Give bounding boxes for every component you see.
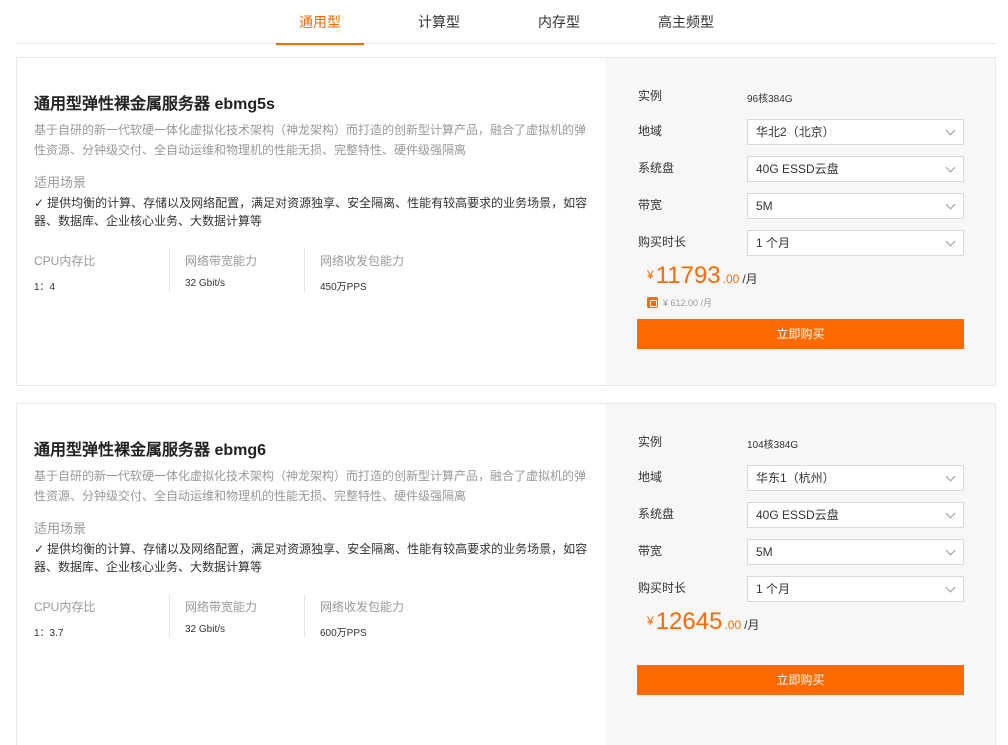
- duration-label: 购买时长: [638, 235, 687, 249]
- bandwidth-value: 5M: [756, 199, 773, 213]
- bandwidth-value: 5M: [756, 545, 773, 559]
- region-label: 地域: [638, 124, 663, 138]
- spec-list: CPU内存比 1：3.7 网络带宽能力 32 Gbit/s 网络收发包能力 60…: [34, 594, 439, 639]
- price-integer: 12645: [655, 608, 723, 635]
- price-integer: 11793: [655, 262, 721, 289]
- discount-badge-icon: [647, 297, 658, 308]
- spec-cpu-memory-ratio: CPU内存比 1：3.7: [34, 594, 169, 639]
- duration-value: 1 个月: [756, 582, 791, 596]
- spec-value: 450万PPS: [320, 282, 367, 293]
- spec-network-bandwidth: 网络带宽能力 32 Gbit/s: [169, 594, 304, 638]
- tab-memory[interactable]: 内存型: [515, 0, 603, 44]
- spec-value: 600万PPS: [320, 628, 367, 639]
- region-value: 华北2（北京）: [756, 125, 835, 139]
- chevron-down-icon: [945, 162, 956, 173]
- spec-label: CPU内存比: [34, 600, 96, 614]
- spec-label: 网络带宽能力: [185, 600, 258, 614]
- disk-value: 40G ESSD云盘: [756, 508, 839, 522]
- chevron-down-icon: [945, 236, 956, 247]
- duration-value: 1 个月: [756, 236, 791, 250]
- disk-value: 40G ESSD云盘: [756, 162, 839, 176]
- disk-label: 系统盘: [638, 507, 675, 521]
- spec-label: CPU内存比: [34, 254, 96, 268]
- buy-now-button[interactable]: 立即购买: [637, 319, 964, 349]
- bandwidth-select[interactable]: 5M: [747, 193, 964, 219]
- spec-network-bandwidth: 网络带宽能力 32 Gbit/s: [169, 248, 304, 292]
- spec-value: 32 Gbit/s: [185, 624, 226, 635]
- tab-general[interactable]: 通用型: [276, 0, 364, 45]
- scene-label: 适用场景: [34, 175, 87, 190]
- spec-label: 网络收发包能力: [320, 600, 405, 614]
- price: ¥12645.00/月: [647, 608, 759, 636]
- product-description: 基于自研的新一代软硬一体化虚拟化技术架构（神龙架构）而打造的创新型计算产品，融合…: [34, 469, 587, 503]
- spec-value: 1：3.7: [34, 628, 64, 639]
- tab-high-frequency[interactable]: 高主频型: [642, 0, 730, 44]
- spec-list: CPU内存比 1：4 网络带宽能力 32 Gbit/s 网络收发包能力 450万…: [34, 248, 439, 293]
- purchase-panel: 实例 104核384G 地域 华东1（杭州） 系统盘 40G ESSD云盘 带宽…: [605, 404, 995, 745]
- spec-label: 网络收发包能力: [320, 254, 405, 268]
- check-icon: ✓: [34, 196, 45, 210]
- chevron-down-icon: [945, 199, 956, 210]
- chevron-down-icon: [945, 545, 956, 556]
- product-info: 通用型弹性裸金属服务器 ebmg5s 基于自研的新一代软硬一体化虚拟化技术架构（…: [17, 58, 605, 385]
- instance-label: 实例: [638, 89, 663, 103]
- chevron-down-icon: [945, 125, 956, 136]
- price: ¥11793.00/月: [647, 262, 758, 290]
- original-price: ¥ 612.00 /月: [647, 296, 712, 309]
- product-info: 通用型弹性裸金属服务器 ebmg6 基于自研的新一代软硬一体化虚拟化技术架构（神…: [17, 404, 605, 745]
- region-select[interactable]: 华北2（北京）: [747, 119, 964, 145]
- bandwidth-label: 带宽: [638, 544, 663, 558]
- product-card-ebmg5s: 通用型弹性裸金属服务器 ebmg5s 基于自研的新一代软硬一体化虚拟化技术架构（…: [16, 57, 996, 386]
- currency-symbol: ¥: [647, 268, 654, 282]
- region-label: 地域: [638, 470, 663, 484]
- scene-text: ✓ 提供均衡的计算、存储以及网络配置，满足对资源独享、安全隔离、性能有较高要求的业…: [34, 194, 594, 230]
- disk-select[interactable]: 40G ESSD云盘: [747, 502, 964, 528]
- purchase-panel: 实例 96核384G 地域 华北2（北京） 系统盘 40G ESSD云盘 带宽 …: [605, 58, 995, 385]
- spec-value: 32 Gbit/s: [185, 278, 226, 289]
- scene-description: 提供均衡的计算、存储以及网络配置，满足对资源独享、安全隔离、性能有较高要求的业务…: [34, 542, 588, 574]
- product-card-ebmg6: 通用型弹性裸金属服务器 ebmg6 基于自研的新一代软硬一体化虚拟化技术架构（神…: [16, 403, 996, 745]
- scene-text: ✓ 提供均衡的计算、存储以及网络配置，满足对资源独享、安全隔离、性能有较高要求的业…: [34, 540, 594, 576]
- price-decimal: .00: [722, 272, 740, 286]
- currency-symbol: ¥: [647, 614, 654, 628]
- bandwidth-label: 带宽: [638, 198, 663, 212]
- product-title: 通用型弹性裸金属服务器 ebmg6: [34, 442, 267, 459]
- check-icon: ✓: [34, 542, 45, 556]
- instance-label: 实例: [638, 435, 663, 449]
- bandwidth-select[interactable]: 5M: [747, 539, 964, 565]
- price-unit: /月: [742, 272, 758, 286]
- disk-select[interactable]: 40G ESSD云盘: [747, 156, 964, 182]
- tab-compute[interactable]: 计算型: [395, 0, 483, 44]
- original-price-text: ¥ 612.00 /月: [663, 298, 713, 308]
- buy-now-button[interactable]: 立即购买: [637, 665, 964, 695]
- spec-cpu-memory-ratio: CPU内存比 1：4: [34, 248, 169, 293]
- category-tabs: 通用型 计算型 内存型 高主频型: [16, 0, 996, 45]
- chevron-down-icon: [945, 508, 956, 519]
- spec-value: 1：4: [34, 282, 56, 293]
- instance-value: 104核384G: [747, 440, 799, 451]
- product-description: 基于自研的新一代软硬一体化虚拟化技术架构（神龙架构）而打造的创新型计算产品，融合…: [34, 123, 587, 157]
- scene-label: 适用场景: [34, 521, 87, 536]
- product-title: 通用型弹性裸金属服务器 ebmg5s: [34, 96, 275, 113]
- chevron-down-icon: [945, 471, 956, 482]
- price-unit: /月: [744, 618, 760, 632]
- region-select[interactable]: 华东1（杭州）: [747, 465, 964, 491]
- price-decimal: .00: [724, 618, 742, 632]
- scene-description: 提供均衡的计算、存储以及网络配置，满足对资源独享、安全隔离、性能有较高要求的业务…: [34, 196, 588, 228]
- spec-network-pps: 网络收发包能力 600万PPS: [304, 594, 439, 639]
- duration-label: 购买时长: [638, 581, 687, 595]
- chevron-down-icon: [945, 582, 956, 593]
- disk-label: 系统盘: [638, 161, 675, 175]
- instance-value: 96核384G: [747, 94, 793, 105]
- region-value: 华东1（杭州）: [756, 471, 835, 485]
- spec-label: 网络带宽能力: [185, 254, 258, 268]
- spec-network-pps: 网络收发包能力 450万PPS: [304, 248, 439, 293]
- duration-select[interactable]: 1 个月: [747, 230, 964, 256]
- duration-select[interactable]: 1 个月: [747, 576, 964, 602]
